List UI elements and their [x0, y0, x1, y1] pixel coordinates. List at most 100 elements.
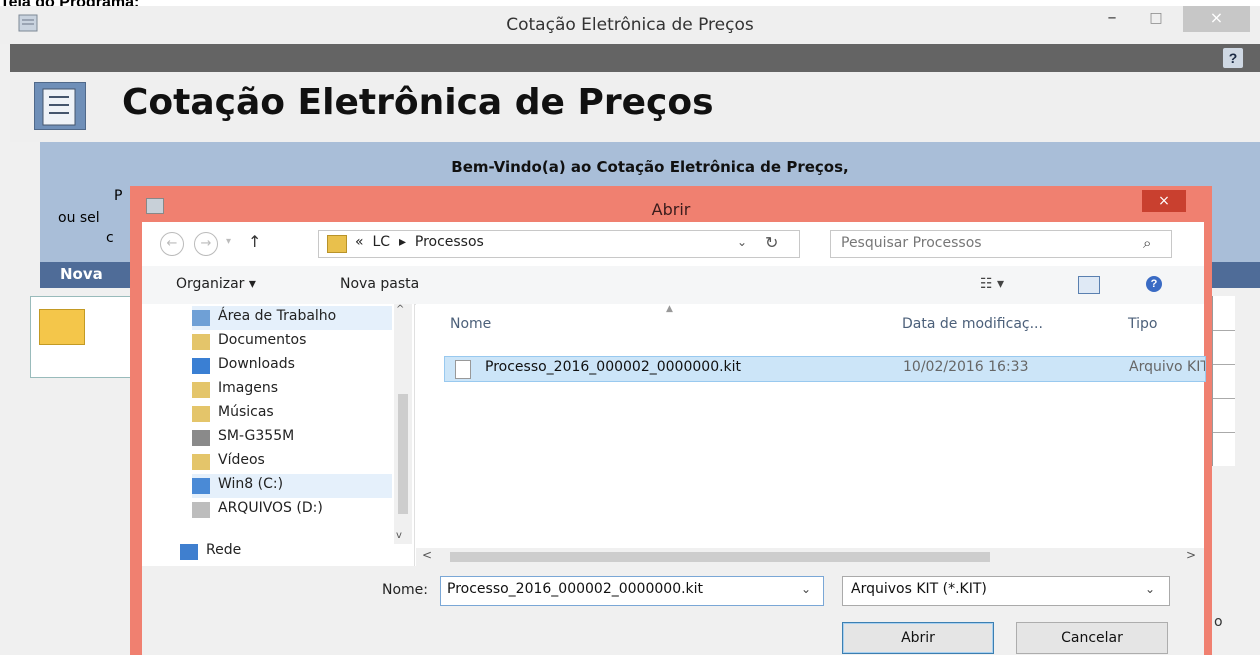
preview-pane-icon[interactable]: [1078, 276, 1100, 294]
file-date: 10/02/2016 16:33: [903, 359, 1029, 375]
nav-item-label: Área de Trabalho: [218, 308, 337, 324]
drive-d-icon: [192, 502, 210, 518]
app-header: Cotação Eletrônica de Preços: [10, 72, 1260, 142]
search-box[interactable]: Pesquisar Processos ⌕: [830, 230, 1172, 258]
app-titlebar: Cotação Eletrônica de Preços – □ ×: [0, 6, 1260, 44]
grid-line: [1213, 432, 1235, 433]
recent-locations-button[interactable]: ▾: [226, 236, 231, 247]
column-header-name[interactable]: Nome: [450, 316, 491, 332]
cancel-button[interactable]: Cancelar: [1016, 622, 1168, 654]
nav-item-documents[interactable]: Documentos: [192, 330, 392, 354]
dialog-title: Abrir: [651, 200, 691, 219]
up-arrow-icon[interactable]: ↑: [248, 232, 261, 251]
nav-item-videos[interactable]: Vídeos: [192, 450, 392, 474]
chevron-down-icon[interactable]: ⌄: [801, 582, 811, 596]
nav-item-label: SM-G355M: [218, 428, 295, 444]
nav-item-pictures[interactable]: Imagens: [192, 378, 392, 402]
nav-item-phone[interactable]: SM-G355M: [192, 426, 392, 450]
scroll-left-icon[interactable]: <: [422, 548, 432, 562]
close-button[interactable]: ×: [1183, 6, 1250, 32]
file-icon: [455, 360, 471, 379]
address-dropdown-icon[interactable]: ⌄: [737, 235, 747, 249]
file-name-value[interactable]: Processo_2016_000002_0000000.kit: [447, 581, 703, 597]
forward-button[interactable]: →: [194, 232, 218, 256]
nav-item-label: Documentos: [218, 332, 307, 348]
nav-item-label: Downloads: [218, 356, 295, 372]
nav-item-label: Vídeos: [218, 452, 265, 468]
nav-item-music[interactable]: Músicas: [192, 402, 392, 426]
file-row[interactable]: Processo_2016_000002_0000000.kit 10/02/2…: [444, 356, 1206, 382]
new-folder-icon: [39, 309, 85, 345]
command-bar: Organizar ▾ Nova pasta ☷ ▾ ?: [142, 266, 1204, 305]
dialog-body: ← → ▾ ↑ « LC ▸ Processos ⌄ ↻ Pesquisar P…: [142, 222, 1206, 655]
document-list-icon: [34, 82, 86, 130]
organize-button[interactable]: Organizar ▾: [176, 276, 256, 292]
music-icon: [192, 406, 210, 422]
nav-item-downloads[interactable]: Downloads: [192, 354, 392, 378]
nav-item-label: ARQUIVOS (D:): [218, 500, 323, 516]
drive-c-icon: [192, 478, 210, 494]
minimize-button[interactable]: –: [1090, 6, 1134, 32]
maximize-button[interactable]: □: [1134, 6, 1178, 32]
nav-item-label: Rede: [206, 542, 242, 558]
horizontal-scroll-thumb[interactable]: [450, 552, 990, 562]
search-input[interactable]: Pesquisar Processos: [841, 235, 982, 251]
file-name: Processo_2016_000002_0000000.kit: [485, 359, 742, 375]
open-button[interactable]: Abrir: [842, 622, 994, 654]
horizontal-scrollbar[interactable]: < >: [416, 548, 1204, 566]
file-name-label: Nome:: [382, 582, 429, 598]
file-type-filter[interactable]: Arquivos KIT (*.KIT) ⌄: [842, 576, 1170, 606]
file-type-filter-value[interactable]: Arquivos KIT (*.KIT): [851, 581, 987, 597]
scroll-right-icon[interactable]: >: [1186, 548, 1196, 562]
videos-icon: [192, 454, 210, 470]
nav-item-label: Músicas: [218, 404, 274, 420]
chevron-down-icon[interactable]: ⌄: [1145, 582, 1155, 596]
documents-icon: [192, 334, 210, 350]
back-button[interactable]: ←: [160, 232, 184, 256]
change-view-button[interactable]: ☷ ▾: [980, 276, 1004, 292]
column-header-date[interactable]: Data de modificaç...: [902, 316, 1043, 332]
nav-item-drive-c[interactable]: Win8 (C:): [192, 474, 392, 498]
network-icon: [180, 544, 198, 560]
grid-line: [1213, 330, 1235, 331]
nav-item-desktop[interactable]: Área de Trabalho: [192, 306, 392, 330]
scroll-down-icon[interactable]: v: [396, 530, 402, 541]
nav-item-label: Imagens: [218, 380, 279, 396]
file-type: Arquivo KIT: [1129, 359, 1205, 375]
address-row: ← → ▾ ↑ « LC ▸ Processos ⌄ ↻ Pesquisar P…: [142, 222, 1204, 266]
file-list: ▲ Nome Data de modificaç... Tipo Process…: [416, 304, 1206, 566]
sort-indicator-icon: ▲: [666, 304, 673, 314]
nav-scroll-thumb[interactable]: [398, 394, 408, 514]
help-icon[interactable]: ?: [1146, 276, 1162, 292]
grid-line: [1213, 364, 1235, 365]
partial-button-text: o: [1214, 614, 1223, 630]
phone-icon: [192, 430, 210, 446]
grid-line: [1213, 398, 1235, 399]
folder-icon: [327, 235, 347, 253]
new-folder-button[interactable]: Nova pasta: [340, 276, 419, 292]
scroll-up-icon[interactable]: ^: [396, 304, 404, 315]
search-icon[interactable]: ⌕: [1143, 234, 1151, 252]
help-icon[interactable]: ?: [1222, 47, 1244, 69]
welcome-text: Bem-Vindo(a) ao Cotação Eletrônica de Pr…: [451, 158, 849, 176]
column-header-type[interactable]: Tipo: [1128, 316, 1157, 332]
banner-text-fragment: P: [114, 188, 123, 204]
dialog-close-button[interactable]: ×: [1142, 190, 1186, 212]
nav-item-drive-d[interactable]: ARQUIVOS (D:): [192, 498, 392, 522]
new-process-panel[interactable]: [30, 296, 132, 378]
address-bar[interactable]: « LC ▸ Processos ⌄ ↻: [318, 230, 800, 258]
downloads-icon: [192, 358, 210, 374]
nav-item-network[interactable]: Rede: [180, 540, 380, 564]
banner-text-fragment: ou sel: [58, 210, 100, 226]
refresh-icon[interactable]: ↻: [765, 233, 778, 252]
dialog-footer: Nome: Processo_2016_000002_0000000.kit ⌄…: [142, 566, 1204, 655]
nav-scrollbar[interactable]: ^ v: [394, 304, 412, 544]
app-window-title: Cotação Eletrônica de Preços: [506, 15, 754, 35]
page-title: Cotação Eletrônica de Preços: [122, 82, 714, 123]
section-label: Nova: [60, 265, 103, 283]
open-file-dialog: Abrir × ← → ▾ ↑ « LC ▸ Processos ⌄ ↻ Pes…: [130, 186, 1212, 655]
nav-item-label: Win8 (C:): [218, 476, 284, 492]
pictures-icon: [192, 382, 210, 398]
file-name-input[interactable]: Processo_2016_000002_0000000.kit ⌄: [440, 576, 824, 606]
breadcrumb[interactable]: « LC ▸ Processos: [355, 234, 484, 250]
